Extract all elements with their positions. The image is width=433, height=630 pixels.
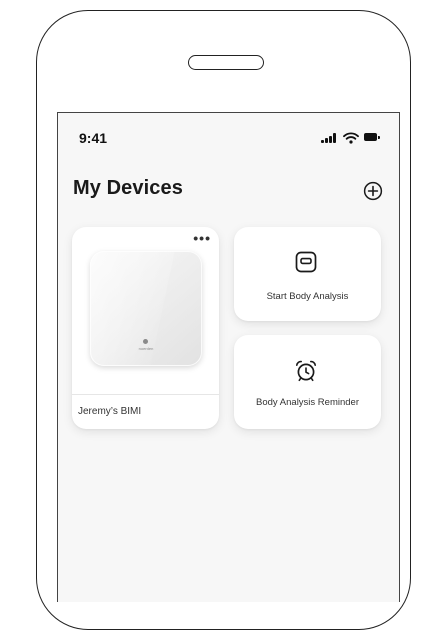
brand-logo: noerden (138, 346, 154, 351)
status-icons (321, 131, 381, 145)
status-bar: 9:41 (58, 113, 399, 161)
status-time: 9:41 (79, 130, 108, 146)
device-card[interactable]: ••• noerden Jeremy’s BIMI (72, 227, 219, 429)
card-divider (72, 394, 219, 395)
phone-speaker (188, 55, 264, 70)
more-options-icon[interactable]: ••• (193, 231, 211, 245)
alarm-clock-icon (296, 360, 316, 382)
app-screen: 9:41 My Devices ••• noerden Jeremy’s BIM… (57, 112, 400, 602)
body-analysis-reminder-button[interactable]: Body Analysis Reminder (234, 335, 381, 429)
page-title: My Devices (73, 177, 183, 199)
start-body-analysis-label: Start Body Analysis (266, 291, 349, 302)
start-body-analysis-button[interactable]: Start Body Analysis (234, 227, 381, 321)
body-analysis-reminder-label: Body Analysis Reminder (256, 397, 359, 408)
cellular-signal-icon (321, 133, 339, 143)
battery-icon (364, 133, 381, 142)
device-name: Jeremy’s BIMI (78, 406, 142, 417)
smart-scale-image: noerden (90, 251, 202, 366)
scale-icon (295, 251, 317, 273)
wifi-icon (343, 132, 359, 144)
add-device-icon[interactable] (363, 181, 383, 201)
